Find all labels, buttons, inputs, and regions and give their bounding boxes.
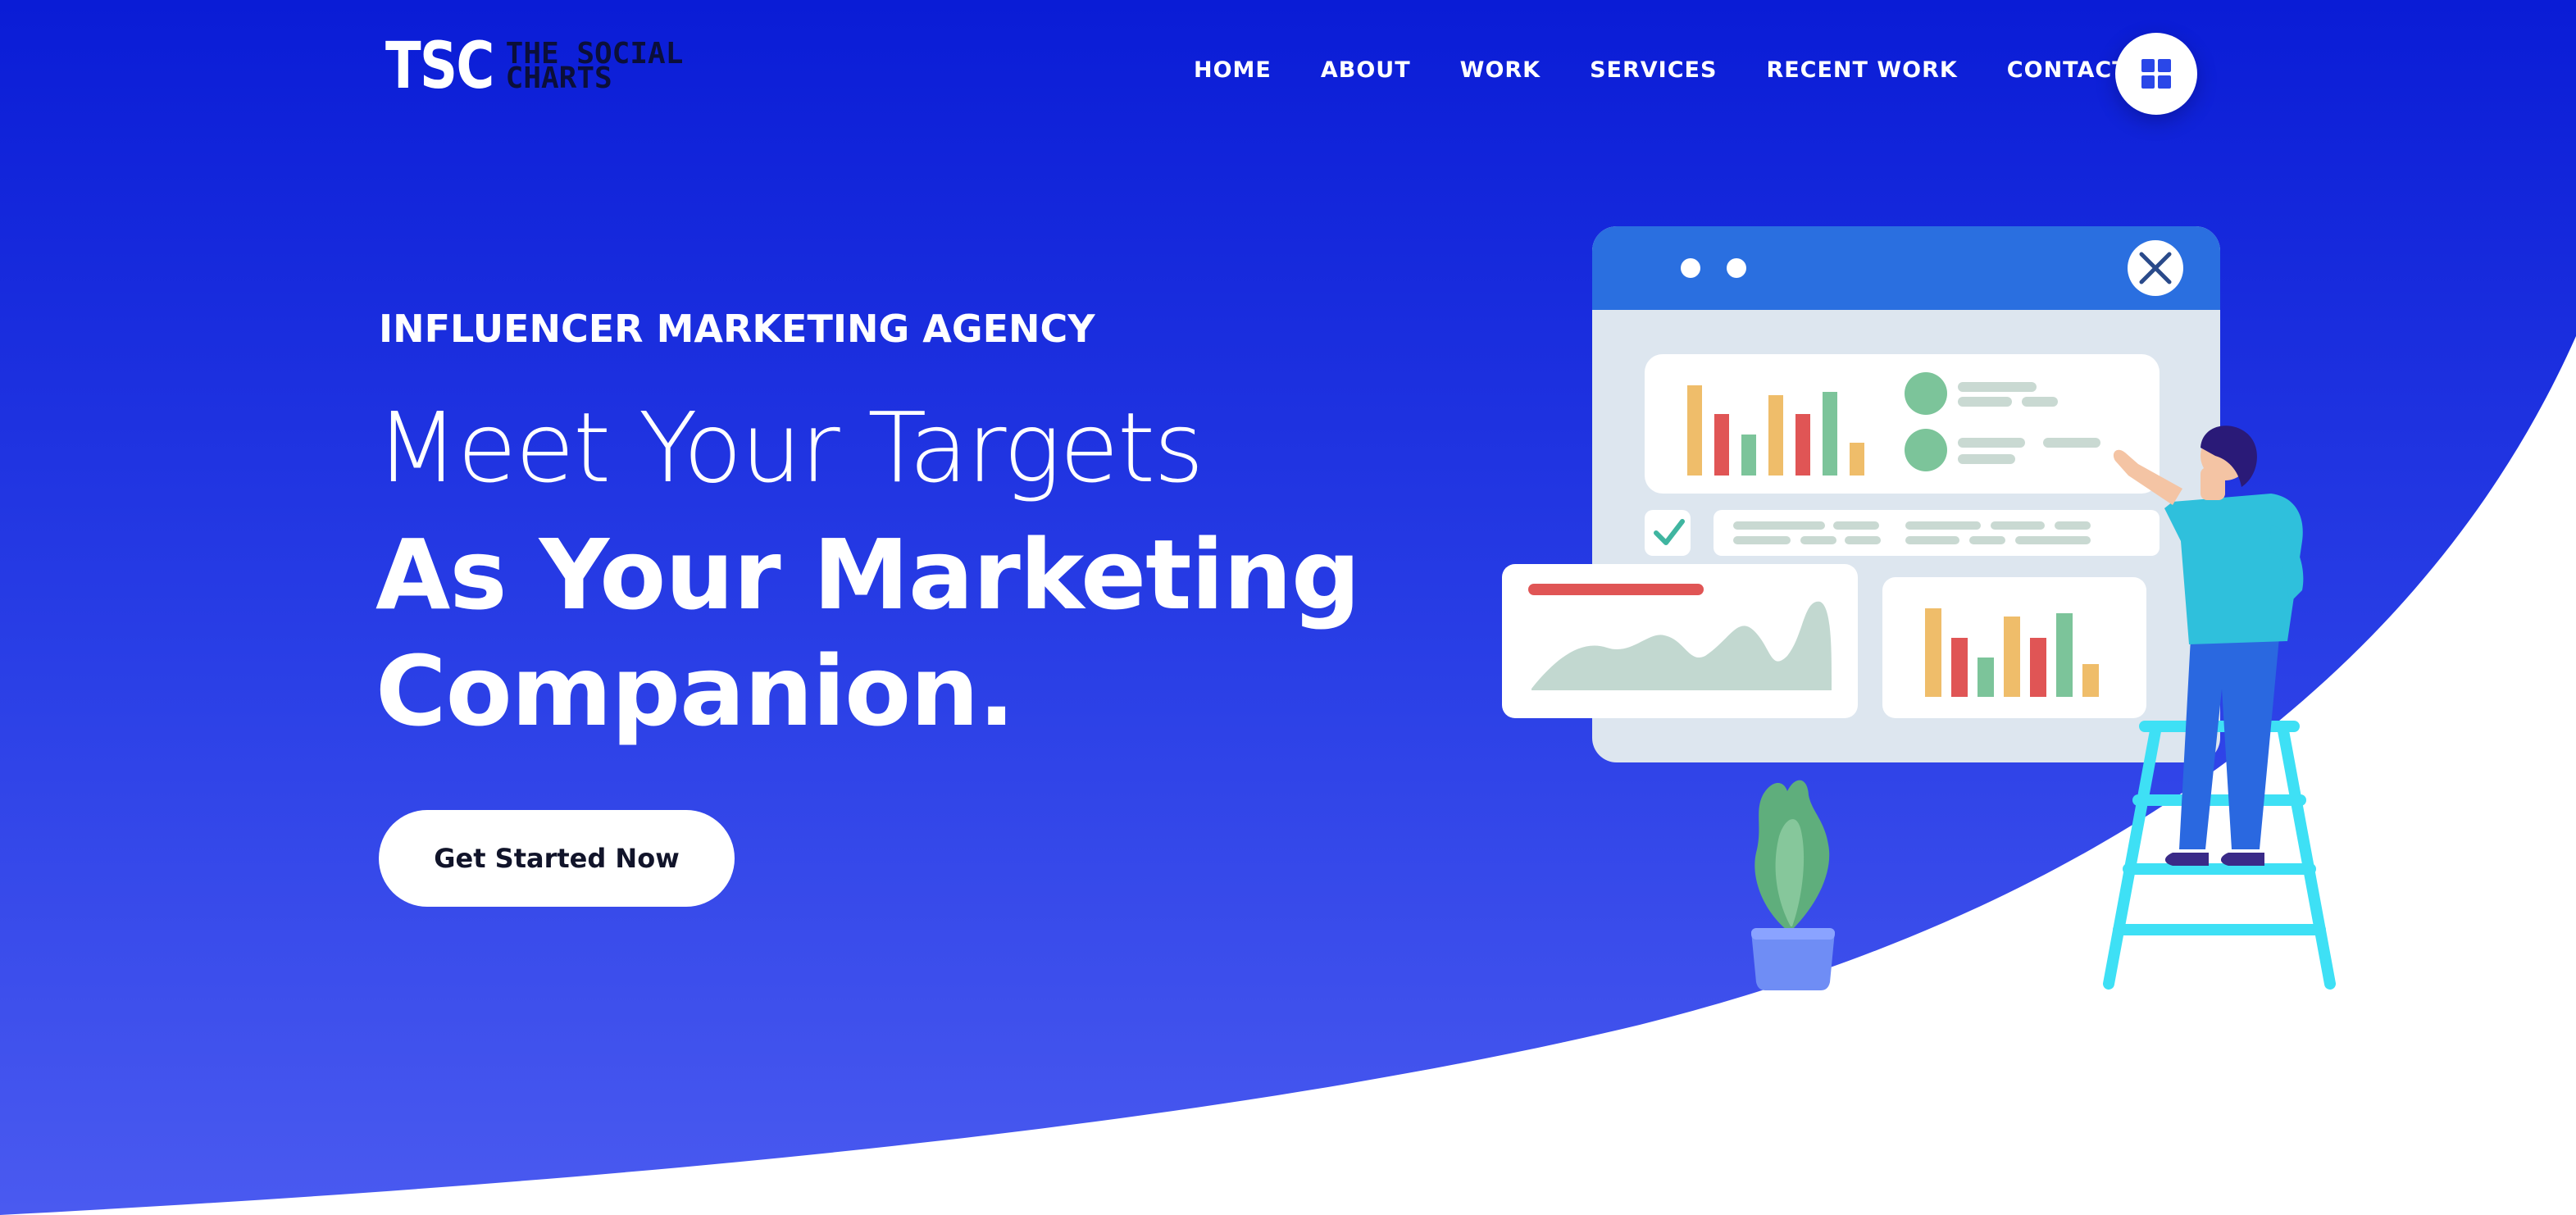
hero-headline-bold-line-2: Companion. [375,635,1015,748]
logo-line-2: CHARTS [505,61,612,95]
area-chart-title-bar [1528,584,1704,595]
check-box [1645,510,1691,556]
hero-headline-light: Meet Your Targets [375,391,1204,504]
plant-icon [1751,780,1835,990]
ladder [2103,721,2336,990]
menu-toggle-button[interactable] [2115,33,2197,115]
nav-item-about[interactable]: ABOUT [1321,57,1411,83]
main-nav: HOME ABOUT WORK SERVICES RECENT WORK CON… [1194,57,2178,83]
hero-eyebrow: INFLUENCER MARKETING AGENCY [379,307,1095,351]
nav-item-contact[interactable]: CONTACT [2007,57,2128,83]
grid-icon [2141,59,2171,89]
hero-headline-bold-line-1: As Your Marketing [375,518,1361,631]
brand-logo[interactable]: TSC THE SOCIAL CHARTS [385,34,683,98]
list-row [1714,510,2160,556]
close-icon [2128,240,2183,296]
logo-mark: TSC [385,30,494,103]
nav-item-services[interactable]: SERVICES [1590,57,1717,83]
get-started-button[interactable]: Get Started Now [379,810,735,907]
nav-item-recent-work[interactable]: RECENT WORK [1766,57,1957,83]
hero-illustration [1502,226,2336,990]
logo-wordmark: THE SOCIAL CHARTS [505,39,684,95]
hero-page: TSC THE SOCIAL CHARTS HOME ABOUT WORK SE… [0,0,2576,1215]
nav-item-home[interactable]: HOME [1194,57,1272,83]
hero-headline-bold: As Your Marketing Companion. [375,516,1361,749]
nav-item-work[interactable]: WORK [1460,57,1541,83]
